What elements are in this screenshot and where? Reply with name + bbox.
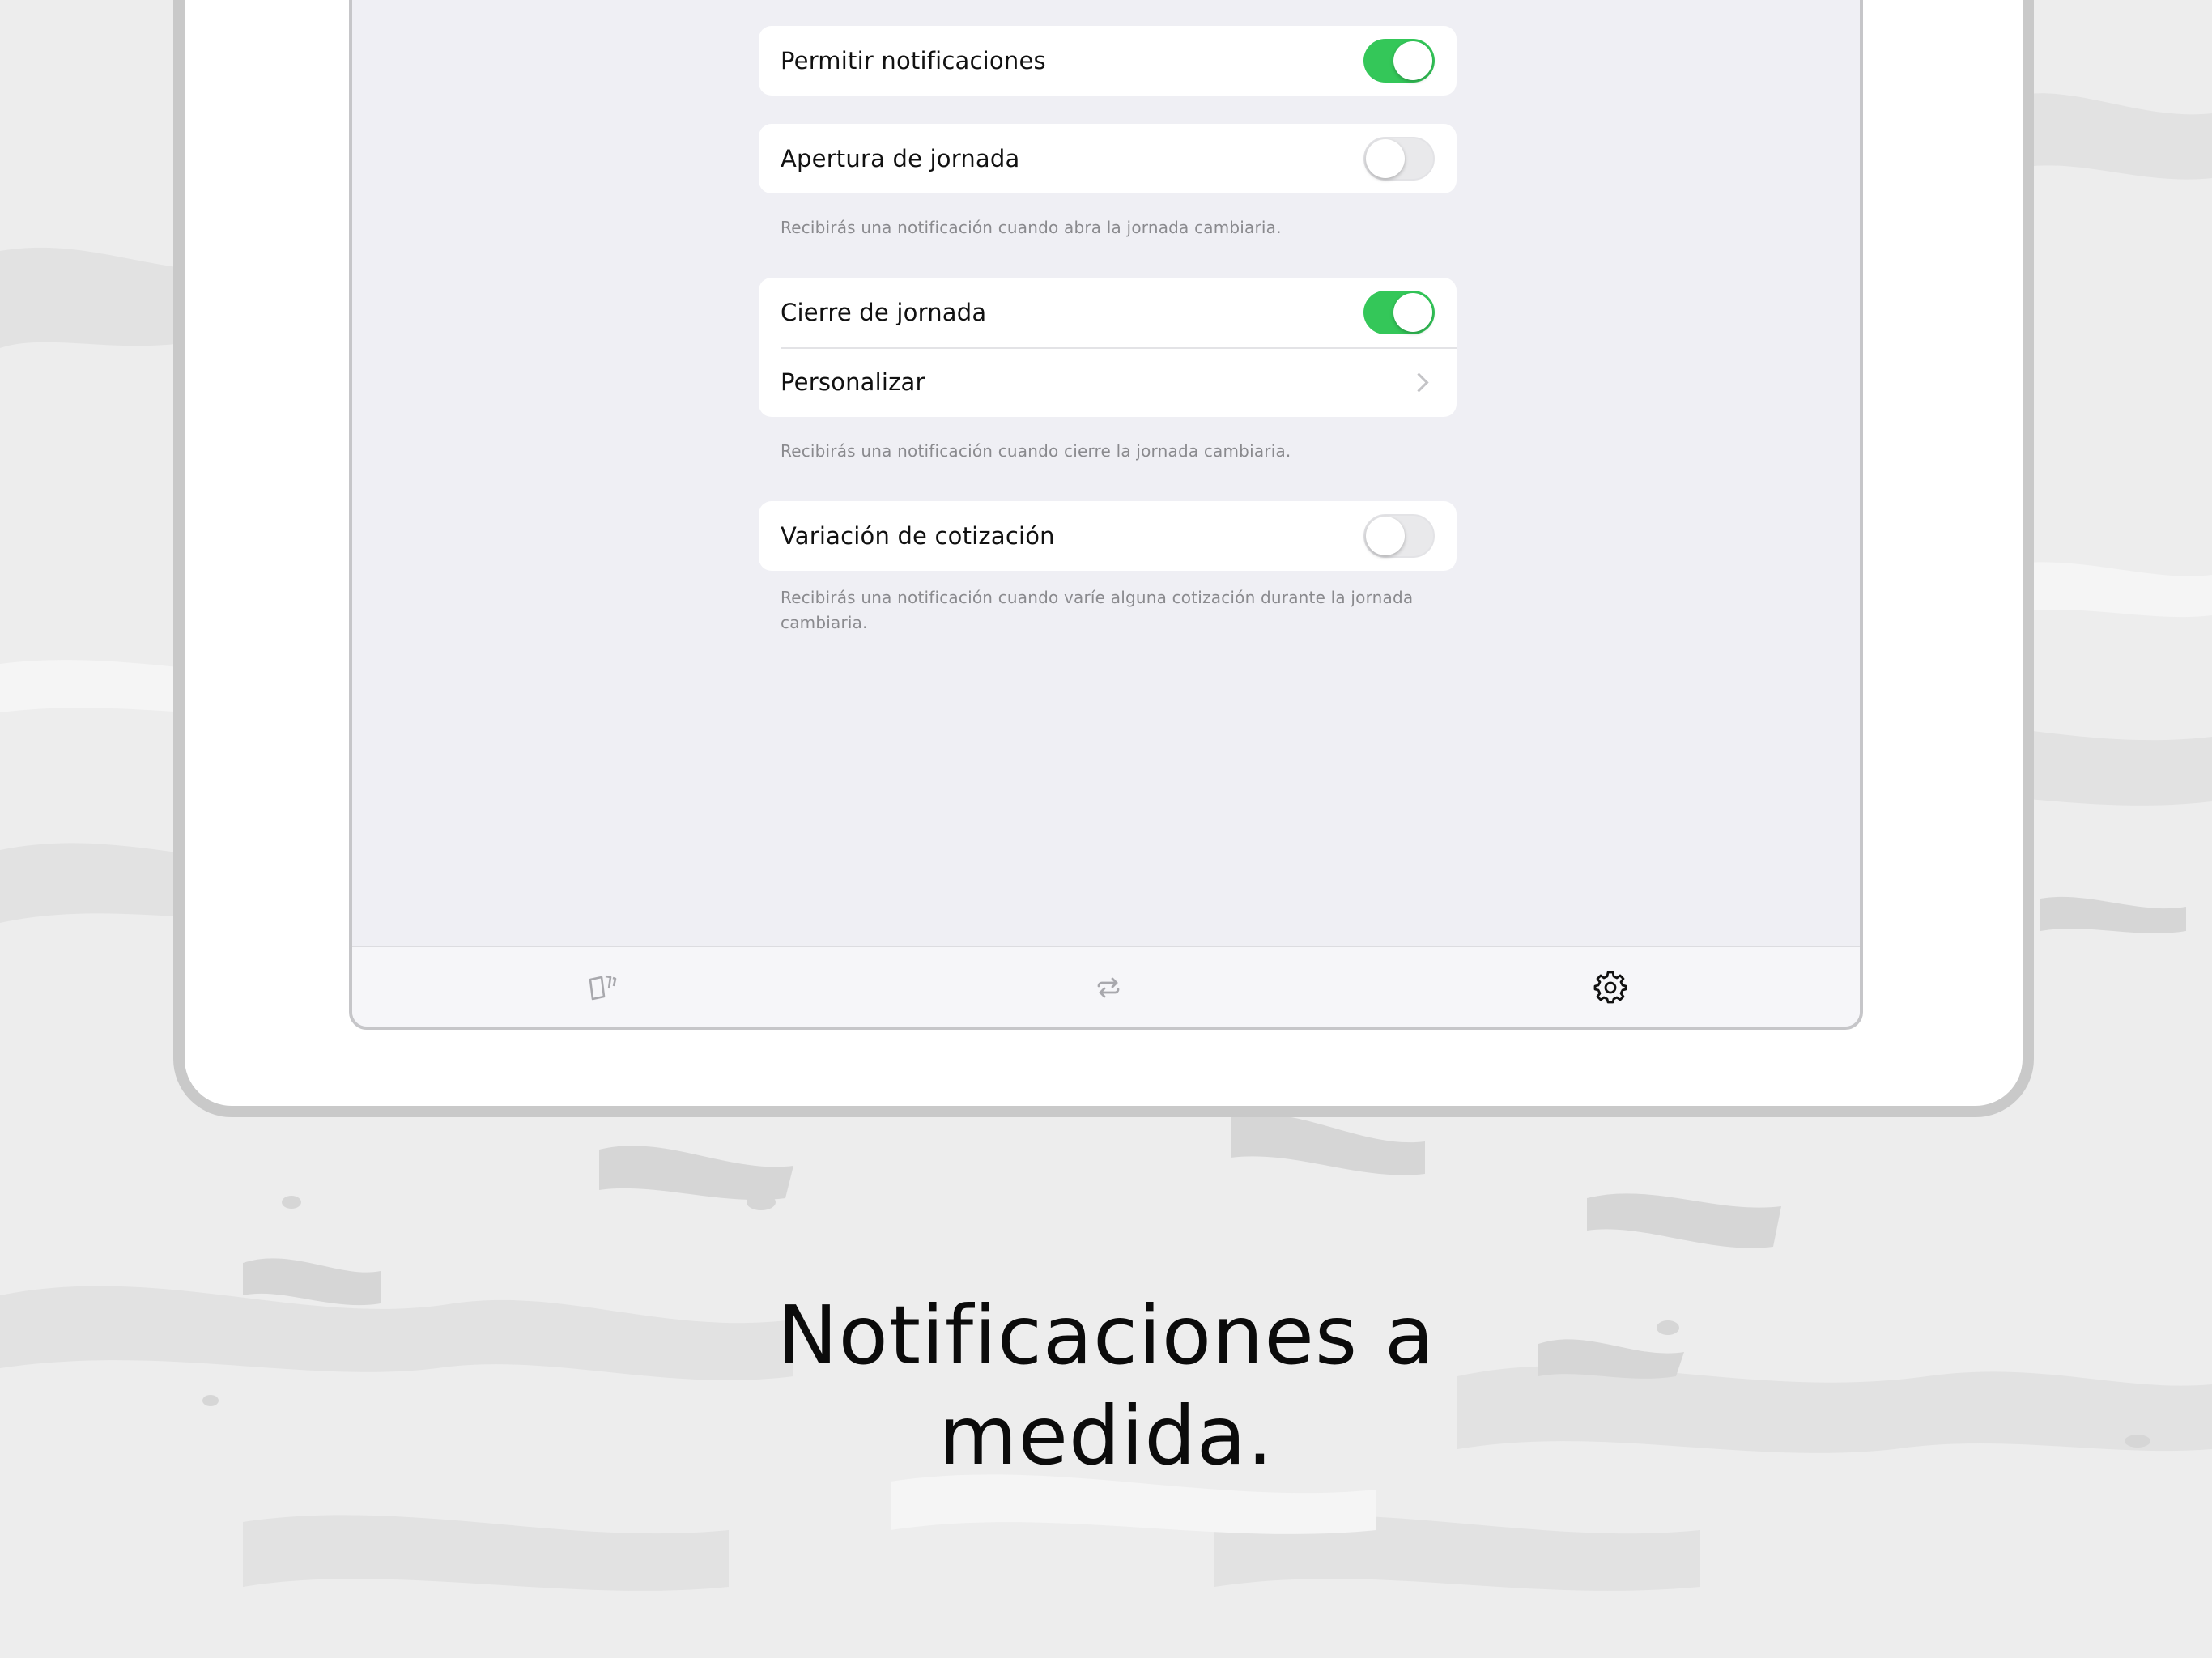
- tab-bar: [352, 946, 1860, 1027]
- marketing-caption: Notificaciones a medida.: [0, 1286, 2212, 1486]
- row-customize[interactable]: Personalizar: [759, 347, 1457, 417]
- gear-icon: [1593, 971, 1627, 1004]
- caption-line-2: medida.: [938, 1388, 1274, 1483]
- row-label: Apertura de jornada: [781, 145, 1020, 172]
- row-closing-session: Cierre de jornada: [759, 278, 1457, 347]
- allow-notifications-toggle[interactable]: [1363, 39, 1435, 83]
- settings-group-variation: Variación de cotización: [759, 501, 1457, 571]
- row-opening-session: Apertura de jornada: [759, 124, 1457, 193]
- row-label: Personalizar: [781, 368, 925, 396]
- closing-footnote: Recibirás una notificación cuando cierre…: [781, 441, 1291, 461]
- row-label: Variación de cotización: [781, 522, 1055, 550]
- row-quote-variation: Variación de cotización: [759, 501, 1457, 571]
- tab-exchange[interactable]: [1086, 965, 1131, 1010]
- settings-screen: Permitir notificaciones Apertura de jorn…: [349, 0, 1863, 1030]
- settings-group-opening: Apertura de jornada: [759, 124, 1457, 193]
- settings-group-closing: Cierre de jornada Personalizar: [759, 278, 1457, 417]
- tab-settings[interactable]: [1588, 965, 1633, 1010]
- caption-line-1: Notificaciones a: [776, 1288, 1436, 1383]
- row-label: Cierre de jornada: [781, 299, 987, 326]
- opening-footnote: Recibirás una notificación cuando abra l…: [781, 218, 1282, 237]
- variation-footnote: Recibirás una notificación cuando varíe …: [781, 588, 1414, 632]
- closing-session-toggle[interactable]: [1363, 291, 1435, 334]
- row-allow-notifications: Permitir notificaciones: [759, 26, 1457, 96]
- exchange-arrows-icon: [1097, 977, 1120, 998]
- quote-variation-toggle[interactable]: [1363, 514, 1435, 558]
- tab-cards[interactable]: [581, 965, 626, 1010]
- row-label: Permitir notificaciones: [781, 47, 1046, 74]
- cards-icon: [589, 975, 617, 1001]
- settings-group-allow: Permitir notificaciones: [759, 26, 1457, 96]
- opening-session-toggle[interactable]: [1363, 137, 1435, 181]
- chevron-right-icon: [1409, 372, 1429, 393]
